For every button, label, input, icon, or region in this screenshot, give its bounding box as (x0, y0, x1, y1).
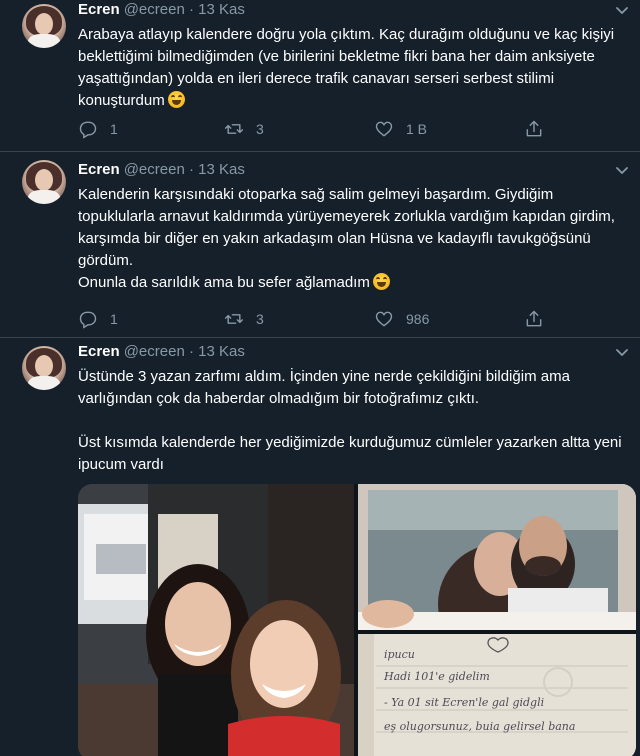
like-count: 986 (406, 311, 430, 327)
chevron-down-icon[interactable] (612, 160, 632, 180)
tweet[interactable]: Ecren @ecreen · 13 Kas Kalenderin karşısı… (0, 152, 640, 338)
author-name[interactable]: Ecren (78, 161, 120, 178)
reply-icon (79, 121, 97, 139)
tweet[interactable]: Ecren @ecreen · 13 Kas Üstünde 3 yazan za… (0, 338, 640, 756)
heart-icon (375, 311, 393, 327)
laughing-tears-emoji (167, 91, 185, 108)
tweet-content: Ecren @ecreen · 13 Kas Kalenderin karşısı… (78, 160, 628, 329)
tweet-text: Kalenderin karşısındaki otoparka sağ sal… (78, 186, 615, 291)
retweet-count: 3 (256, 121, 264, 137)
tweet-text: Üstünde 3 yazan zarfımı aldım. İçinden y… (78, 368, 622, 473)
author-handle-date[interactable]: @ecreen · 13 Kas (124, 161, 245, 178)
tweet-actions: 1 3 986 (78, 308, 548, 330)
tweet-header: Ecren @ecreen · 13 Kas (78, 160, 626, 180)
photo-polaroid[interactable] (358, 484, 636, 630)
share-button[interactable] (524, 118, 544, 140)
retweet-icon (224, 314, 244, 324)
photo-selfie[interactable] (78, 484, 354, 756)
avatar[interactable] (22, 346, 66, 390)
laughing-tears-emoji (372, 273, 390, 290)
retweet-count: 3 (256, 311, 264, 327)
tweet-media-grid[interactable]: ipucu Hadi 101'e gidelim - Ya 01 sit Ecr… (78, 484, 636, 756)
tweet-header: Ecren @ecreen · 13 Kas (78, 0, 626, 20)
tweet-header: Ecren @ecreen · 13 Kas (78, 342, 626, 362)
reply-count: 1 (110, 121, 118, 137)
note-line: ipucu (384, 648, 415, 661)
author-name[interactable]: Ecren (78, 343, 120, 360)
reply-button[interactable]: 1 (78, 308, 118, 330)
share-icon (526, 310, 542, 327)
avatar[interactable] (22, 4, 66, 48)
heart-icon (375, 121, 393, 137)
note-line: Hadi 101'e gidelim (384, 670, 490, 683)
reply-icon (79, 311, 97, 329)
tweet-actions: 1 3 1 B (78, 118, 548, 140)
chevron-down-icon[interactable] (612, 0, 632, 20)
polaroid-illustration (358, 484, 636, 630)
selfie-illustration (78, 484, 354, 756)
share-button[interactable] (524, 308, 544, 330)
like-button[interactable]: 986 (374, 308, 429, 330)
note-line: eş olugorsunuz, buia gelirsel bana (384, 720, 576, 733)
author-handle-date[interactable]: @ecreen · 13 Kas (124, 1, 245, 18)
retweet-icon (224, 124, 244, 134)
photo-handwritten-note[interactable]: ipucu Hadi 101'e gidelim - Ya 01 sit Ecr… (358, 634, 636, 756)
reply-count: 1 (110, 311, 118, 327)
like-button[interactable]: 1 B (374, 118, 427, 140)
like-count: 1 B (406, 121, 428, 137)
retweet-button[interactable]: 3 (224, 118, 264, 140)
retweet-button[interactable]: 3 (224, 308, 264, 330)
avatar[interactable] (22, 160, 66, 204)
tweet-content: Ecren @ecreen · 13 Kas Arabaya atlayıp ka… (78, 0, 628, 139)
note-line: - Ya 01 sit Ecren'le gal gidgli (384, 696, 545, 709)
tweet-text: Arabaya atlayıp kalendere doğru yola çık… (78, 26, 615, 109)
tweet-content: Ecren @ecreen · 13 Kas Üstünde 3 yazan za… (78, 342, 636, 756)
share-icon (526, 120, 542, 137)
reply-button[interactable]: 1 (78, 118, 118, 140)
author-handle-date[interactable]: @ecreen · 13 Kas (124, 343, 245, 360)
author-name[interactable]: Ecren (78, 1, 120, 18)
tweet[interactable]: Ecren @ecreen · 13 Kas Arabaya atlayıp ka… (0, 0, 640, 152)
chevron-down-icon[interactable] (612, 342, 632, 362)
